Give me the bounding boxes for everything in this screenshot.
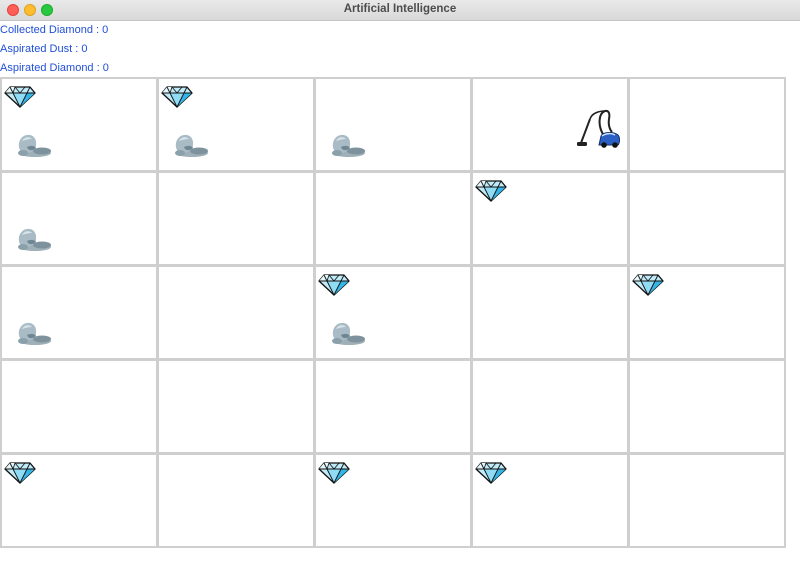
grid-cell-r4-c1: [157, 453, 315, 548]
grid-cell-r0-c2: [314, 77, 472, 172]
collected-diamond-label: Collected Diamond : 0: [0, 24, 109, 36]
diamond-icon: [161, 86, 193, 108]
aspirated-dust-label: Aspirated Dust : 0: [0, 43, 88, 55]
diamond-icon: [475, 462, 507, 484]
dust-icon: [14, 318, 52, 346]
grid-cell-r2-c3: [471, 265, 629, 360]
grid-cell-r0-c4: [628, 77, 786, 172]
aspirated-diamond-label: Aspirated Diamond : 0: [0, 62, 109, 74]
diamond-icon: [4, 86, 36, 108]
grid-cell-r3-c4: [628, 359, 786, 454]
vacuum-icon: [577, 105, 621, 149]
grid-cell-r2-c1: [157, 265, 315, 360]
grid-cell-r1-c4: [628, 171, 786, 266]
grid-cell-r4-c4: [628, 453, 786, 548]
dust-icon: [171, 130, 209, 158]
dust-icon: [14, 130, 52, 158]
grid-cell-r0-c1: [157, 77, 315, 172]
grid-cell-r1-c2: [314, 171, 472, 266]
title-bar: Artificial Intelligence: [0, 0, 800, 21]
diamond-icon: [318, 462, 350, 484]
grid-cell-r1-c0: [0, 171, 158, 266]
grid-cell-r4-c3: [471, 453, 629, 548]
grid-cell-r2-c0: [0, 265, 158, 360]
grid-cell-r3-c1: [157, 359, 315, 454]
environment-grid: [0, 77, 786, 548]
diamond-icon: [4, 462, 36, 484]
window-title: Artificial Intelligence: [343, 3, 457, 15]
grid-cell-r3-c2: [314, 359, 472, 454]
dust-icon: [14, 224, 52, 252]
grid-cell-r2-c4: [628, 265, 786, 360]
grid-cell-r1-c3: [471, 171, 629, 266]
diamond-icon: [632, 274, 664, 296]
grid-cell-r3-c3: [471, 359, 629, 454]
grid-cell-r4-c2: [314, 453, 472, 548]
dust-icon: [328, 130, 366, 158]
grid-cell-r0-c3: [471, 77, 629, 172]
grid-cell-r3-c0: [0, 359, 158, 454]
diamond-icon: [318, 274, 350, 296]
grid-cell-r0-c0: [0, 77, 158, 172]
grid-cell-r2-c2: [314, 265, 472, 360]
grid-cell-r1-c1: [157, 171, 315, 266]
diamond-icon: [475, 180, 507, 202]
dust-icon: [328, 318, 366, 346]
grid-cell-r4-c0: [0, 453, 158, 548]
